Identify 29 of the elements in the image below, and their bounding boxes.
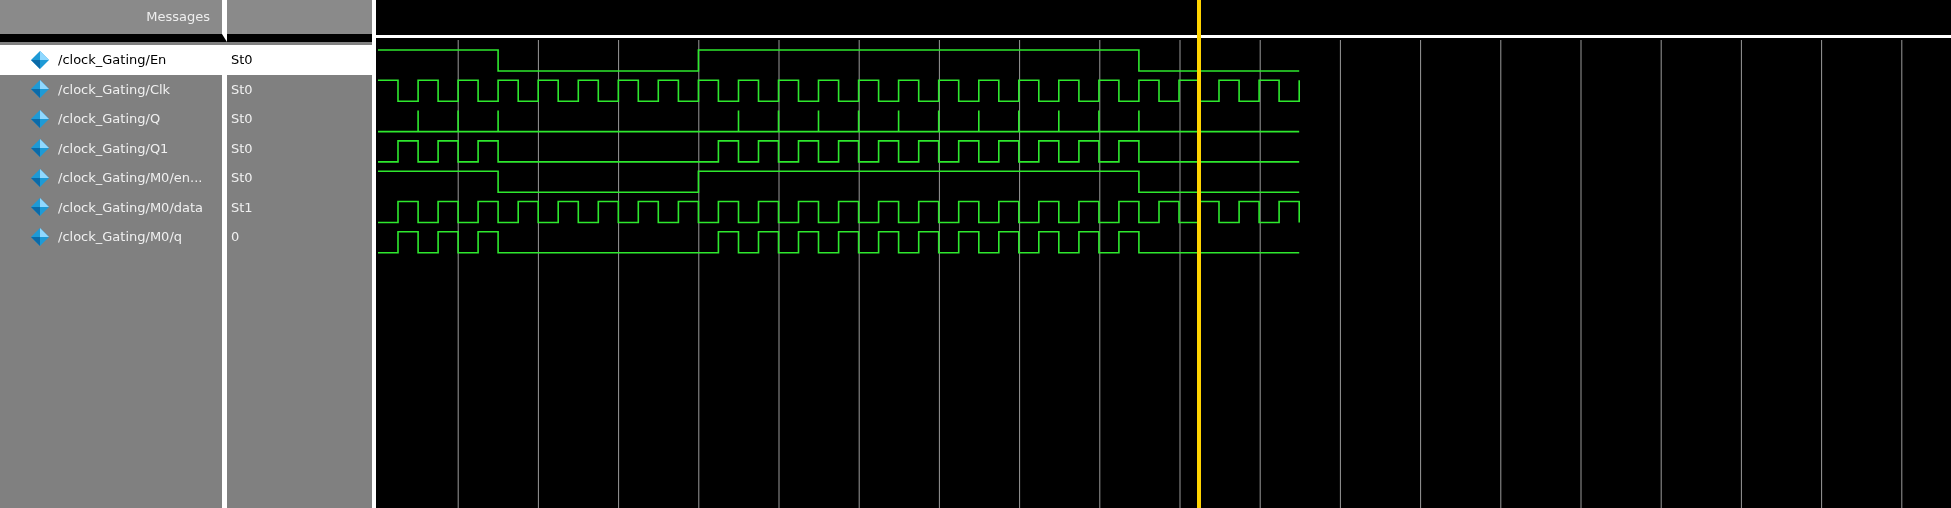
signal-value: St0	[231, 169, 253, 187]
signal-row[interactable]: /clock_Gating/Q1	[0, 133, 222, 163]
signal-icon	[30, 167, 50, 188]
signal-name: /clock_Gating/En	[58, 51, 167, 69]
signal-icon	[30, 79, 50, 100]
signal-value: St0	[231, 139, 253, 158]
signal-icon	[30, 226, 50, 247]
signal-icon	[30, 197, 50, 218]
signal-row[interactable]: /clock_Gating/Q	[0, 104, 222, 134]
signal-value: 0	[231, 228, 240, 246]
signal-icon	[30, 108, 50, 129]
signal-name: /clock_Gating/M0/data	[58, 198, 204, 217]
signal-name: /clock_Gating/Q1	[58, 139, 169, 158]
signal-row[interactable]: /clock_Gating/En	[0, 45, 222, 75]
signal-value: St1	[231, 198, 253, 217]
column-header: Messages	[0, 0, 227, 42]
signal-value: St0	[231, 51, 253, 69]
signal-row[interactable]: /clock_Gating/Clk	[0, 74, 222, 104]
signal-name: /clock_Gating/Clk	[58, 80, 171, 99]
signal-name: /clock_Gating/M0/en...	[58, 169, 203, 187]
signal-value: St0	[231, 80, 253, 99]
signal-icon	[30, 49, 50, 70]
signal-name: /clock_Gating/M0/q	[58, 228, 182, 246]
signal-row[interactable]: /clock_Gating/M0/data	[0, 192, 222, 222]
signal-value: St0	[231, 110, 253, 128]
signal-icon	[30, 138, 50, 159]
signal-row[interactable]: /clock_Gating/M0/en...	[0, 163, 222, 193]
signal-name: /clock_Gating/Q	[58, 110, 161, 128]
signal-row[interactable]: /clock_Gating/M0/q	[0, 222, 222, 252]
